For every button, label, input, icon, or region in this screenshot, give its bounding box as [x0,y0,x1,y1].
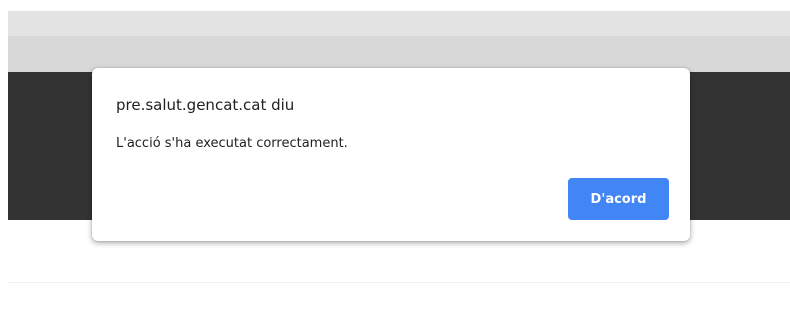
dialog-title: pre.salut.gencat.cat diu [116,96,295,114]
content-divider [8,282,790,283]
alert-dialog: pre.salut.gencat.cat diu L'acció s'ha ex… [92,68,690,241]
page-top-strip [0,0,790,11]
ok-button[interactable]: D'acord [568,178,669,220]
page-header-bar [8,11,790,37]
page-subheader-band [8,36,790,72]
dialog-message: L'acció s'ha executat correctament. [116,136,348,151]
